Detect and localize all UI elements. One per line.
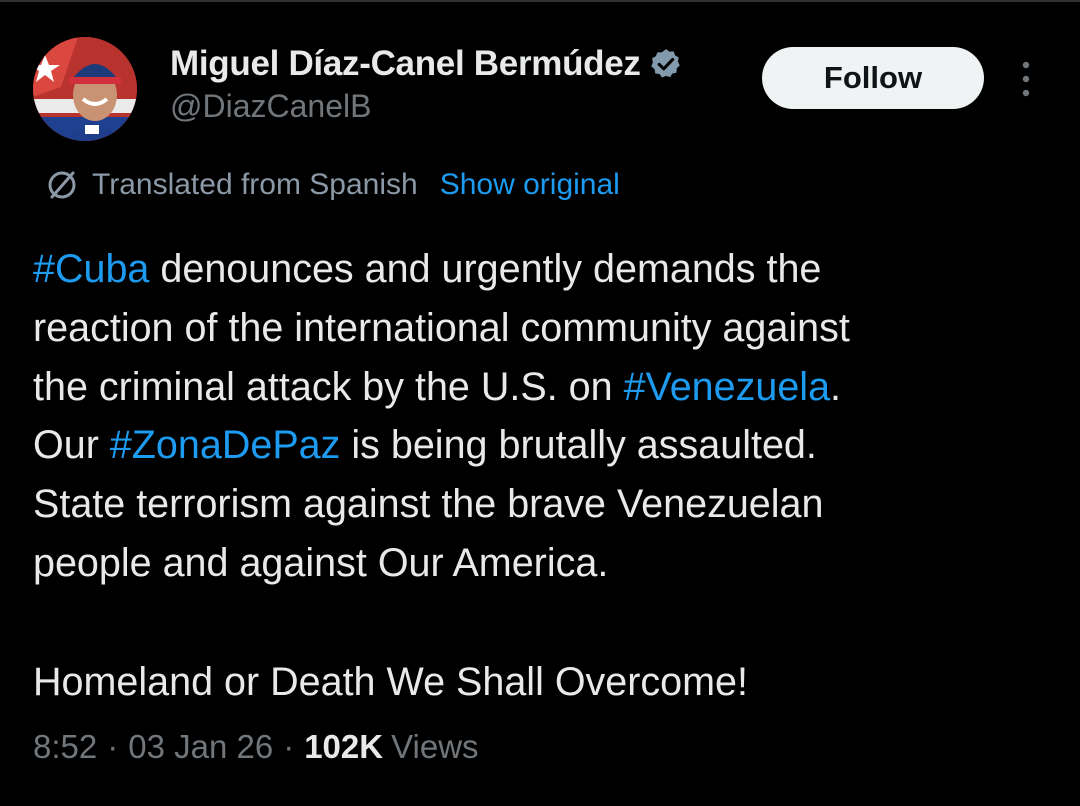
- tweet-line: reaction of the international community …: [33, 299, 1053, 358]
- hashtag-link[interactable]: #Cuba: [33, 247, 149, 291]
- tweet-line: #Cuba denounces and urgently demands the: [33, 240, 1053, 299]
- tweet-text-segment: is being brutally assaulted.: [340, 423, 817, 468]
- tweet-text-segment: Our: [33, 423, 110, 468]
- tweet-text-segment: .: [830, 364, 842, 409]
- verified-badge-icon: [650, 49, 680, 78]
- tweet-line: the criminal attack by the U.S. on #Vene…: [33, 358, 1053, 417]
- more-options-button[interactable]: [1010, 58, 1042, 100]
- show-original-link[interactable]: Show original: [440, 168, 620, 202]
- translated-label: Translated from Spanish: [92, 168, 418, 201]
- avatar[interactable]: [33, 37, 137, 141]
- top-divider: [0, 0, 1080, 2]
- author-name[interactable]: Miguel Díaz-Canel Bermúdez: [170, 44, 641, 84]
- hashtag-link[interactable]: #Venezuela: [624, 365, 830, 409]
- tweet-text-segment: reaction of the international community …: [33, 305, 850, 350]
- tweet-text-segment: people and against Our America.: [33, 540, 609, 585]
- tweet-date[interactable]: 03 Jan 26: [128, 728, 273, 766]
- profile-photo: [33, 37, 137, 141]
- tweet-line: State terrorism against the brave Venezu…: [33, 475, 1053, 534]
- meta-separator: ·: [283, 728, 295, 765]
- more-options-icon: [1022, 61, 1030, 97]
- tweet-meta: 8:52 · 03 Jan 26 · 102K Views: [33, 728, 479, 766]
- views-count: 102K: [304, 728, 384, 765]
- tweet-text-segment: denounces and urgently demands the: [149, 247, 822, 291]
- tweet-line: Our #ZonaDePaz is being brutally assault…: [33, 416, 1053, 475]
- translation-row: Translated from Spanish Show original: [44, 165, 620, 205]
- tweet-time[interactable]: 8:52: [33, 728, 97, 766]
- tweet-closing-line: Homeland or Death We Shall Overcome!: [33, 660, 748, 704]
- tweet-body: #Cuba denounces and urgently demands the…: [33, 240, 1053, 593]
- globe-icon: [48, 171, 76, 199]
- tweet-text-segment: State terrorism against the brave Venezu…: [33, 482, 824, 527]
- tweet-line: people and against Our America.: [33, 534, 1053, 593]
- views-label: Views: [391, 728, 479, 765]
- meta-separator: ·: [107, 728, 119, 765]
- hashtag-link[interactable]: #ZonaDePaz: [110, 423, 341, 467]
- tweet-text-segment: the criminal attack by the U.S. on: [33, 364, 624, 409]
- follow-button[interactable]: Follow: [762, 47, 984, 109]
- author-handle[interactable]: @DiazCanelB: [170, 88, 371, 125]
